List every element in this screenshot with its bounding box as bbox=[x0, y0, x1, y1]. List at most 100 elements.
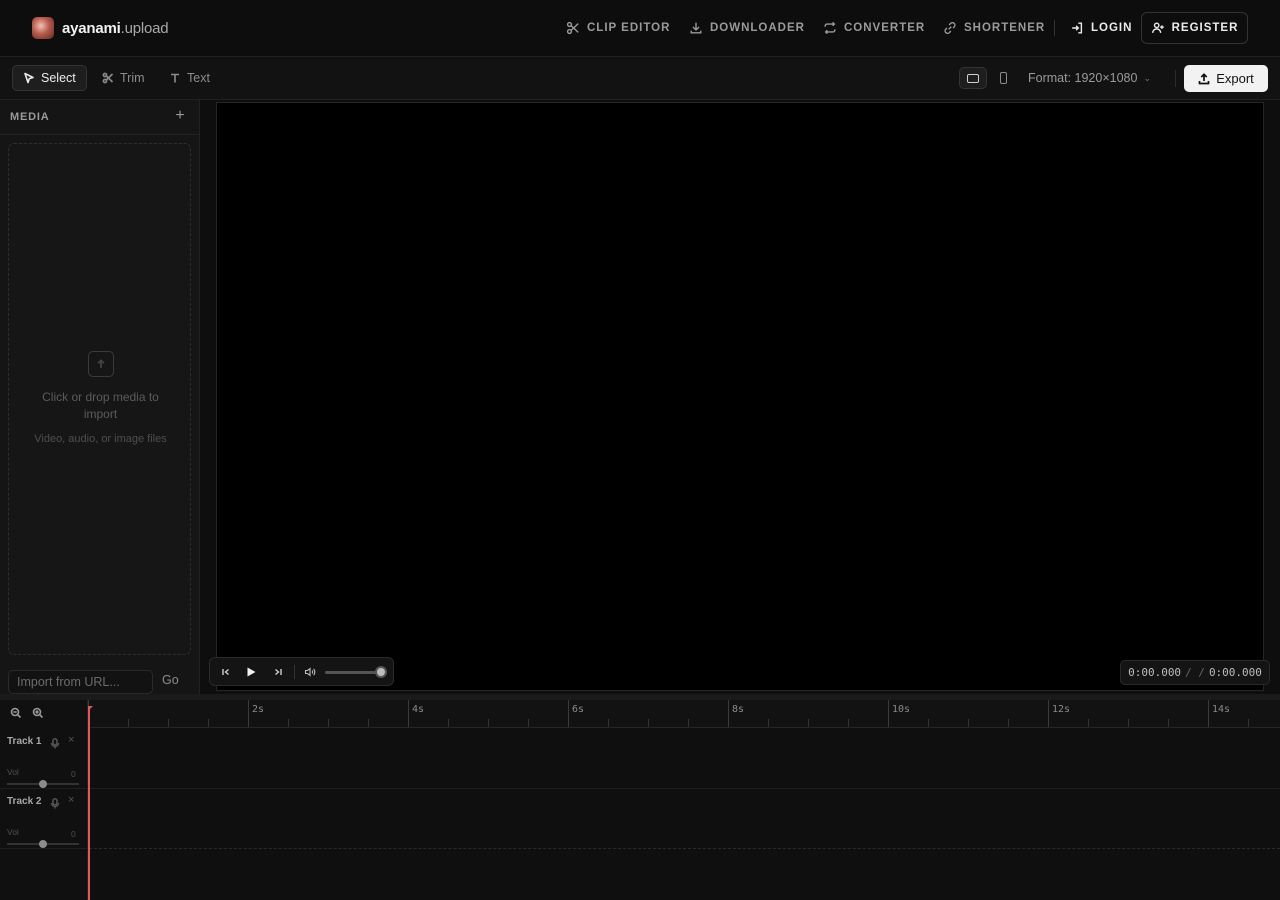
track-vol-value: 0 bbox=[71, 829, 76, 839]
ruler-tick bbox=[1128, 719, 1129, 727]
register-button[interactable]: REGISTER bbox=[1141, 12, 1248, 44]
go-button[interactable]: Go bbox=[162, 673, 179, 687]
brand-logo[interactable]: ayanami.upload bbox=[32, 17, 169, 39]
ruler-tick bbox=[968, 719, 969, 727]
nav-login[interactable]: LOGIN bbox=[1070, 16, 1132, 40]
login-icon bbox=[1072, 22, 1083, 34]
volume-slider-handle[interactable] bbox=[375, 666, 387, 678]
nav-shortener-label: SHORTENER bbox=[964, 22, 1046, 34]
portrait-icon bbox=[999, 72, 1007, 84]
zoom-in-icon[interactable] bbox=[32, 706, 46, 720]
nav-converter[interactable]: CONVERTER bbox=[823, 16, 925, 40]
track-volume-handle[interactable] bbox=[39, 780, 47, 788]
chevron-down-icon: ⌄ bbox=[1143, 72, 1151, 83]
mic-icon[interactable] bbox=[50, 736, 60, 749]
nav-divider bbox=[1054, 20, 1055, 36]
user-plus-icon bbox=[1151, 22, 1164, 33]
nav-downloader[interactable]: DOWNLOADER bbox=[689, 16, 805, 40]
ruler-tick bbox=[848, 719, 849, 727]
brand-avatar bbox=[32, 17, 54, 39]
register-label: REGISTER bbox=[1171, 22, 1239, 34]
time-separator: / / bbox=[1185, 666, 1205, 679]
ruler-label: 14s bbox=[1212, 704, 1231, 715]
brand-name: ayanami.upload bbox=[62, 19, 169, 37]
timecode-display: 0:00.000 / / 0:00.000 bbox=[1120, 660, 1270, 685]
dropzone-subtext: Video, audio, or image files bbox=[34, 433, 167, 445]
track-header-1: Track 1 × Vol 0 bbox=[0, 729, 88, 789]
link-icon bbox=[944, 21, 956, 35]
close-icon[interactable]: × bbox=[68, 794, 74, 806]
editor-toolbar: Select Trim Text Format: 1920×1080 ⌄ bbox=[0, 57, 1280, 100]
skip-back-icon[interactable] bbox=[219, 665, 233, 679]
ruler-tick bbox=[488, 719, 489, 727]
ruler-tick bbox=[288, 719, 289, 727]
timeline: Track 1 × Vol 0 Track 2 × Vol 0 2s 4s 6s 8s… bbox=[0, 694, 1280, 900]
ruler-label: 12s bbox=[1052, 704, 1071, 715]
ruler-tick bbox=[1048, 700, 1049, 727]
tool-select-label: Select bbox=[41, 71, 76, 85]
ruler-tick bbox=[768, 719, 769, 727]
track-vol-value: 0 bbox=[71, 769, 76, 779]
aspect-portrait-button[interactable] bbox=[989, 67, 1017, 89]
ruler-tick bbox=[1168, 719, 1169, 727]
ruler-tick bbox=[128, 719, 129, 727]
tool-trim-label: Trim bbox=[120, 71, 145, 85]
import-url-input[interactable] bbox=[8, 670, 153, 694]
ruler-tick bbox=[368, 719, 369, 727]
playhead-handle[interactable] bbox=[88, 706, 93, 711]
format-dropdown[interactable]: Format: 1920×1080 ⌄ bbox=[1028, 71, 1151, 85]
timeline-ruler[interactable]: 2s 4s 6s 8s 10s 12s 14s bbox=[88, 700, 1280, 728]
upload-icon bbox=[88, 351, 114, 377]
scissors-icon bbox=[566, 21, 579, 35]
ruler-tick bbox=[728, 700, 729, 727]
track-header-2: Track 2 × Vol 0 bbox=[0, 789, 88, 849]
nav-shortener[interactable]: SHORTENER bbox=[943, 16, 1045, 40]
player-controls bbox=[209, 657, 394, 686]
media-title: MEDIA bbox=[10, 111, 50, 123]
ruler-label: 2s bbox=[252, 704, 265, 715]
track-lane-2[interactable] bbox=[89, 789, 1280, 849]
play-icon[interactable] bbox=[244, 665, 258, 679]
ruler-tick bbox=[448, 719, 449, 727]
landscape-icon bbox=[967, 73, 979, 83]
ruler-tick bbox=[608, 719, 609, 727]
track-volume-handle[interactable] bbox=[39, 840, 47, 848]
current-time: 0:00.000 bbox=[1128, 666, 1182, 679]
export-button[interactable]: Export bbox=[1184, 65, 1268, 92]
tool-trim[interactable]: Trim bbox=[92, 65, 155, 91]
ruler-tick bbox=[1088, 719, 1089, 727]
ruler-tick bbox=[408, 700, 409, 727]
track-lane-1[interactable] bbox=[89, 729, 1280, 789]
media-header: MEDIA + bbox=[0, 100, 199, 135]
nav-clip-editor[interactable]: CLIP EDITOR bbox=[566, 16, 670, 40]
ruler-tick bbox=[168, 719, 169, 727]
zoom-out-icon[interactable] bbox=[10, 706, 24, 720]
track-name: Track 2 bbox=[7, 796, 42, 807]
track-vol-label: Vol bbox=[7, 767, 19, 777]
ruler-label: 6s bbox=[572, 704, 585, 715]
mic-icon[interactable] bbox=[50, 796, 60, 809]
ruler-label: 4s bbox=[412, 704, 425, 715]
close-icon[interactable]: × bbox=[68, 734, 74, 746]
video-canvas[interactable] bbox=[216, 102, 1264, 691]
nav-login-label: LOGIN bbox=[1091, 22, 1133, 34]
volume-icon[interactable] bbox=[303, 665, 317, 679]
player-divider bbox=[294, 665, 295, 679]
aspect-landscape-button[interactable] bbox=[959, 67, 987, 89]
tool-text[interactable]: Text bbox=[159, 65, 220, 91]
playhead[interactable] bbox=[88, 706, 90, 900]
ruler-tick bbox=[1008, 719, 1009, 727]
ruler-tick bbox=[928, 719, 929, 727]
download-icon bbox=[690, 22, 702, 34]
nav-converter-label: CONVERTER bbox=[844, 22, 926, 34]
preview-area: 0:00.000 / / 0:00.000 bbox=[201, 100, 1280, 694]
skip-forward-icon[interactable] bbox=[271, 665, 285, 679]
media-dropzone[interactable]: Click or drop media to import Video, aud… bbox=[8, 143, 191, 655]
ruler-tick bbox=[1248, 719, 1249, 727]
convert-icon bbox=[824, 21, 836, 35]
ruler-label: 8s bbox=[732, 704, 745, 715]
tool-select[interactable]: Select bbox=[12, 65, 87, 91]
ruler-tick bbox=[528, 719, 529, 727]
ruler-tick bbox=[688, 719, 689, 727]
plus-icon[interactable]: + bbox=[172, 107, 188, 125]
